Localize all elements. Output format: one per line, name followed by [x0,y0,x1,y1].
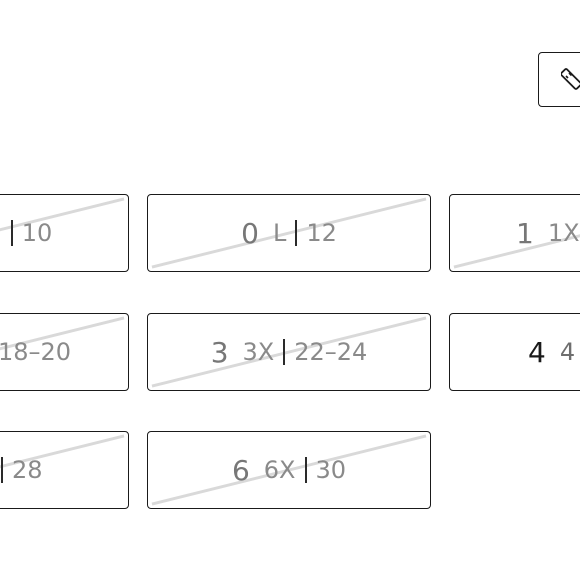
size-selector-panel: M 10 0 L 12 1 1X 18–20 [0,0,580,580]
divider [283,339,286,365]
size-alpha: 1X [547,219,580,247]
size-range: 22–24 [294,338,368,366]
divider [295,220,298,246]
size-alpha: L [272,219,287,247]
ruler-icon [561,68,580,90]
size-number: 3 [210,335,229,369]
size-option-6[interactable]: 6 6X 30 [147,431,431,509]
size-range: 12 [306,219,337,247]
size-option-3[interactable]: 3 3X 22–24 [147,313,431,391]
size-alpha: 3X [242,338,275,366]
divider [1,457,3,483]
size-range: 10 [21,219,53,247]
size-option-2[interactable]: 18–20 [0,313,129,391]
size-range: 28 [12,456,43,484]
size-number: 4 [528,335,546,369]
divider [304,457,307,483]
size-alpha: M [0,219,2,247]
size-guide-button[interactable] [538,52,580,107]
size-number: 1 [516,216,534,250]
divider [10,220,13,246]
size-number: 6 [231,453,250,487]
size-range: 30 [315,456,347,484]
size-option-5[interactable]: 28 [0,431,129,509]
size-option-0[interactable]: 0 L 12 [147,194,431,272]
size-number: 0 [241,216,259,250]
size-alpha: 4 [559,338,576,366]
size-option-4[interactable]: 4 4 [449,313,580,391]
size-option-m[interactable]: M 10 [0,194,129,272]
size-alpha: 6X [263,456,296,484]
size-option-1[interactable]: 1 1X [449,194,580,272]
size-range: 18–20 [0,338,72,366]
